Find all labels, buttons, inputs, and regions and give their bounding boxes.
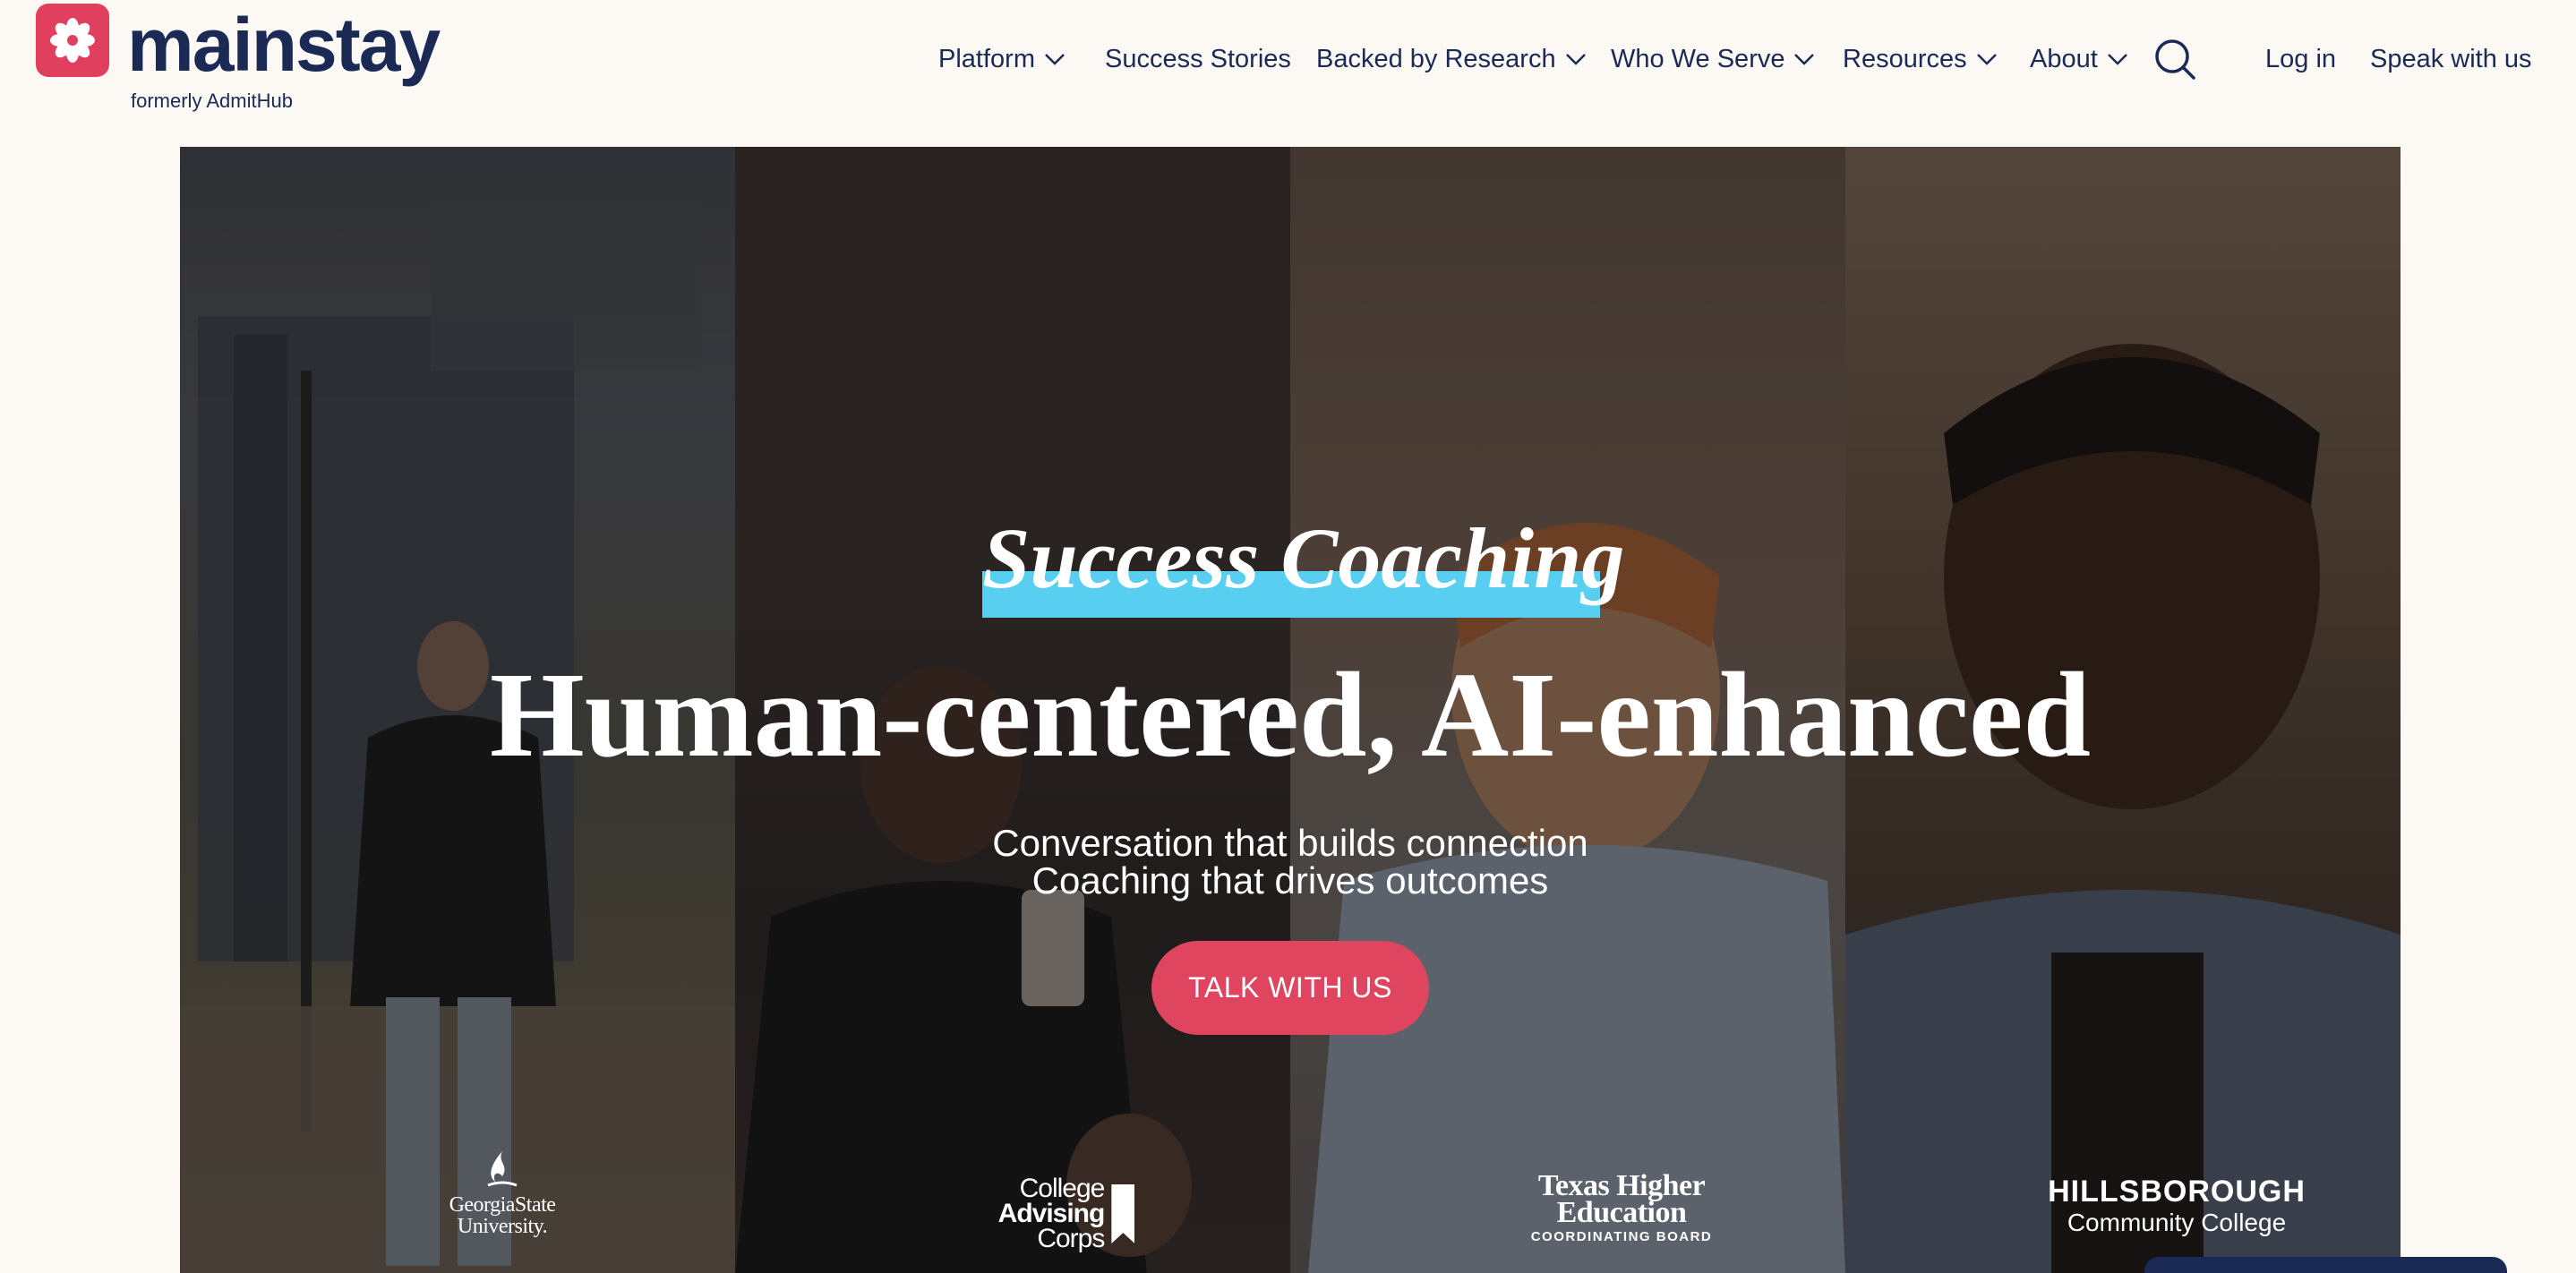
nav-success-stories[interactable]: Success Stories bbox=[1105, 39, 1291, 79]
nav-label: Success Stories bbox=[1105, 44, 1291, 73]
talk-with-us-button[interactable]: TALK WITH US bbox=[1151, 941, 1429, 1035]
college-advising-corps-logo: College Advising Corps bbox=[932, 1174, 1201, 1253]
logo-line: University. bbox=[457, 1215, 548, 1238]
chevron-down-icon bbox=[1565, 54, 1586, 65]
mainstay-logo[interactable]: mainstay formerly AdmitHub bbox=[36, 3, 448, 120]
logo-line: COORDINATING BOARD bbox=[1530, 1229, 1713, 1244]
login-link[interactable]: Log in bbox=[2265, 39, 2336, 79]
search-button[interactable] bbox=[2153, 36, 2196, 82]
logo-line: Community College bbox=[2067, 1209, 2287, 1236]
hillsborough-community-college-logo: HILLSBOROUGH Community College bbox=[2015, 1176, 2338, 1235]
chevron-down-icon bbox=[1976, 54, 1997, 65]
hero-section: Success Coaching Human-centered, AI-enha… bbox=[180, 147, 2401, 1273]
logo-line: Advising bbox=[997, 1199, 1106, 1228]
login-label: Log in bbox=[2265, 44, 2337, 73]
bookmark-icon bbox=[1111, 1184, 1135, 1243]
nav-label: About bbox=[2030, 44, 2098, 73]
logo-line: GeorgiaState bbox=[449, 1193, 556, 1217]
logo-line: Education bbox=[1556, 1196, 1687, 1229]
nav-label: Platform bbox=[938, 44, 1035, 73]
speak-with-us-link[interactable]: Speak with us bbox=[2370, 39, 2532, 79]
logo-line: Corps bbox=[1037, 1224, 1105, 1253]
logo-line: College bbox=[1019, 1174, 1106, 1203]
nav-backed-by-research[interactable]: Backed by Research bbox=[1316, 39, 1587, 79]
nav-label: Resources bbox=[1843, 44, 1967, 73]
eyebrow: Success Coaching bbox=[982, 505, 1625, 621]
nav-about[interactable]: About bbox=[2030, 39, 2128, 79]
logo-tagline: formerly AdmitHub bbox=[131, 90, 293, 112]
chat-widget-tab[interactable] bbox=[2144, 1257, 2507, 1273]
speak-with-us-label: Speak with us bbox=[2370, 44, 2532, 73]
nav-resources[interactable]: Resources bbox=[1843, 39, 1998, 79]
search-icon bbox=[2155, 39, 2195, 80]
asterisk-icon bbox=[36, 4, 109, 77]
nav-who-we-serve[interactable]: Who We Serve bbox=[1611, 39, 1815, 79]
logo-wordmark: mainstay bbox=[127, 3, 441, 87]
eyebrow-text: Success Coaching bbox=[982, 510, 1625, 606]
georgia-state-logo: GeorgiaState University. bbox=[395, 1149, 610, 1237]
chevron-down-icon bbox=[2107, 54, 2127, 65]
chevron-down-icon bbox=[1794, 54, 1815, 65]
hero-headline: Human-centered, AI-enhanced bbox=[489, 648, 2092, 782]
logo-line: HILLSBOROUGH bbox=[2048, 1175, 2306, 1209]
site-header: mainstay formerly AdmitHub Platform Succ… bbox=[0, 0, 2576, 143]
nav-platform[interactable]: Platform bbox=[938, 39, 1065, 79]
nav-label: Who We Serve bbox=[1611, 44, 1785, 73]
flame-icon bbox=[487, 1151, 518, 1187]
hero-subline-2: Coaching that drives outcomes bbox=[1031, 859, 1549, 901]
texas-higher-education-logo: Texas Higher Education COORDINATING BOAR… bbox=[1460, 1171, 1783, 1244]
chevron-down-icon bbox=[1045, 54, 1065, 65]
nav-label: Backed by Research bbox=[1316, 44, 1556, 73]
